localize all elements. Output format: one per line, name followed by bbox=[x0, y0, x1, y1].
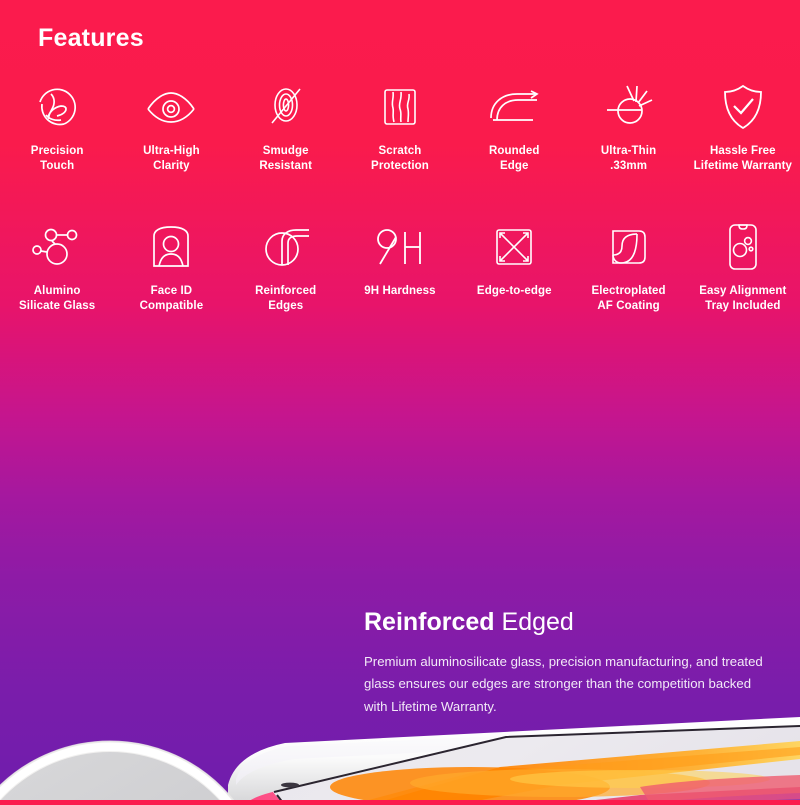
ultra-thin-icon bbox=[593, 78, 665, 136]
feature-hassle-free-warranty[interactable]: Hassle Free Lifetime Warranty bbox=[686, 78, 800, 175]
feature-9h-hardness[interactable]: 9H Hardness bbox=[343, 218, 457, 315]
feature-ultra-thin[interactable]: Ultra-Thin .33mm bbox=[571, 78, 685, 175]
feature-label: Edge-to-edge bbox=[476, 285, 552, 297]
feature-face-id-compatible[interactable]: Face ID Compatible bbox=[114, 218, 228, 315]
eye-clarity-icon bbox=[135, 78, 207, 136]
molecule-icon bbox=[21, 218, 93, 276]
scratch-protection-icon bbox=[364, 78, 436, 136]
callout-text-block: Reinforced Edged Premium aluminosilicate… bbox=[364, 608, 776, 719]
nine-h-hardness-icon bbox=[364, 218, 436, 276]
feature-alumino-silicate-glass[interactable]: Alumino Silicate Glass bbox=[0, 218, 114, 315]
feature-edge-to-edge[interactable]: Edge-to-edge bbox=[457, 218, 571, 315]
callout-heading-light: Edged bbox=[494, 608, 574, 636]
feature-label: Hassle Free Lifetime Warranty bbox=[693, 145, 793, 173]
feature-electroplated-af-coating[interactable]: Electroplated AF Coating bbox=[571, 218, 685, 315]
page-title: Features bbox=[38, 24, 144, 52]
feature-label: Reinforced Edges bbox=[255, 285, 317, 313]
feature-row-2: Alumino Silicate Glass Face ID Compatibl… bbox=[0, 218, 800, 315]
feature-label: Easy Alignment Tray Included bbox=[699, 285, 787, 313]
hero-illustration bbox=[0, 717, 800, 805]
feature-rounded-edge[interactable]: Rounded Edge bbox=[457, 78, 571, 175]
feature-label: 9H Hardness bbox=[364, 285, 436, 297]
feature-easy-alignment-tray[interactable]: Easy Alignment Tray Included bbox=[686, 218, 800, 315]
callout-heading: Reinforced Edged bbox=[364, 608, 776, 637]
feature-reinforced-edges[interactable]: Reinforced Edges bbox=[229, 218, 343, 315]
feature-label: Precision Touch bbox=[30, 145, 84, 173]
smudge-resistant-icon bbox=[250, 78, 322, 136]
electroplated-af-icon bbox=[593, 218, 665, 276]
phone-device bbox=[228, 717, 800, 805]
callout-body: Premium aluminosilicate glass, precision… bbox=[364, 653, 763, 715]
feature-precision-touch[interactable]: Precision Touch bbox=[0, 78, 114, 175]
feature-label: Face ID Compatible bbox=[139, 285, 204, 313]
feature-scratch-protection[interactable]: Scratch Protection bbox=[343, 78, 457, 175]
feature-label: Alumino Silicate Glass bbox=[19, 285, 96, 313]
callout-heading-strong: Reinforced bbox=[364, 608, 495, 636]
product-hero-image bbox=[0, 355, 800, 805]
rounded-edge-icon bbox=[478, 78, 550, 136]
alignment-tray-icon bbox=[707, 218, 779, 276]
feature-label: Electroplated AF Coating bbox=[591, 285, 666, 313]
feature-label: Rounded Edge bbox=[489, 145, 540, 173]
precision-touch-icon bbox=[21, 78, 93, 136]
face-id-icon bbox=[135, 218, 207, 276]
edge-to-edge-icon bbox=[478, 218, 550, 276]
reinforced-edges-icon bbox=[250, 218, 322, 276]
feature-row-1: Precision Touch Ultra-High Clarity Smudg… bbox=[0, 78, 800, 175]
shield-check-icon bbox=[707, 78, 779, 136]
feature-ultra-high-clarity[interactable]: Ultra-High Clarity bbox=[114, 78, 228, 175]
feature-label: Scratch Protection bbox=[371, 145, 429, 173]
feature-label: Smudge Resistant bbox=[259, 145, 313, 173]
feature-label: Ultra-Thin .33mm bbox=[600, 145, 657, 173]
feature-label: Ultra-High Clarity bbox=[143, 145, 200, 173]
feature-smudge-resistant[interactable]: Smudge Resistant bbox=[229, 78, 343, 175]
